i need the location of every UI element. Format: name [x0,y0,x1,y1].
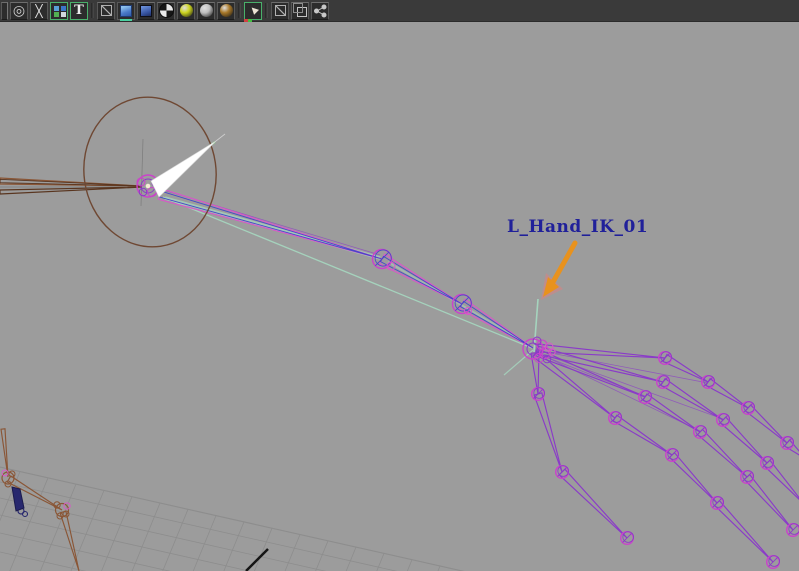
viewport-3d[interactable] [0,0,799,571]
leg-shin-bone [59,510,80,571]
no-lights-icon[interactable] [197,1,215,20]
highlight-selection-icon[interactable]: ◀ [244,1,262,22]
toolbar-separator [238,3,241,18]
toolbar-separator [265,3,268,18]
two-sided-lighting-icon[interactable] [217,1,235,20]
index-finger-chain [536,343,799,456]
maya-window: L_Hand_IK_01 ◎ ╳ T ◀ [0,0,799,571]
joint-ring [21,510,29,518]
grid-axis-line [245,548,269,571]
shoulder-control-circle[interactable] [74,89,226,256]
upper-arm-chain [157,187,534,349]
toolbar-separator [91,3,94,18]
gate-mask-icon[interactable] [50,1,68,20]
wireframe-display-icon[interactable] [97,1,115,20]
safe-title-icon[interactable]: T [70,1,88,20]
annotation-arrow [541,240,578,300]
all-lights-icon[interactable] [177,1,195,20]
ground-grid [0,466,470,571]
panel-toolbar: ◎ ╳ T ◀ [0,0,799,22]
xray-display-icon[interactable] [271,1,289,20]
snap-projected-center-icon[interactable]: ◎ [10,1,28,20]
skeleton-scene [0,89,799,571]
isolate-select-icon[interactable] [311,1,329,20]
ik-handle-label: L_Hand_IK_01 [507,217,649,237]
shoulder-orientation-cone [150,140,217,198]
joint-ring [138,187,148,197]
xray-joints-icon[interactable] [291,1,309,20]
clipped-icon[interactable] [1,1,8,20]
skeleton-group [0,133,799,571]
clavicle-bone-2 [0,186,143,195]
textured-display-icon[interactable] [137,1,155,20]
clavicle-bone [0,177,143,187]
smooth-shade-icon[interactable] [117,1,135,21]
pelvis-bone-navy [11,486,25,512]
safe-action-icon[interactable]: ╳ [30,1,48,20]
use-default-material-icon[interactable] [157,1,175,20]
pinky-finger-chain [532,350,781,570]
